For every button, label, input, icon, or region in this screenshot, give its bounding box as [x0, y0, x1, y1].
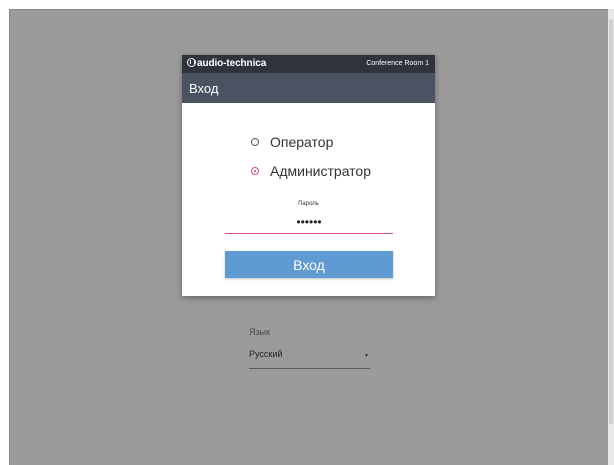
login-button[interactable]: Вход	[225, 251, 393, 278]
password-field[interactable]	[225, 211, 393, 234]
dropdown-caret-icon: ▼	[364, 353, 369, 359]
dialog-title-bar: Вход	[182, 73, 435, 103]
brand-logo: audio-technica	[187, 58, 266, 69]
scrollbar[interactable]	[608, 9, 614, 465]
brand-logo-text: audio-technica	[197, 58, 267, 69]
room-name: Conference Room 1	[366, 60, 429, 67]
role-option-administrator[interactable]: Администратор	[251, 162, 371, 180]
dialog-title: Вход	[189, 81, 219, 96]
radio-unchecked-icon[interactable]	[251, 138, 259, 146]
role-label-administrator: Администратор	[270, 163, 372, 179]
login-dialog: audio-technica Conference Room 1 Вход Оп…	[182, 55, 435, 296]
role-option-operator[interactable]: Оператор	[251, 133, 333, 151]
role-label-operator: Оператор	[270, 134, 334, 150]
brand-bar: audio-technica Conference Room 1	[182, 55, 435, 73]
browser-frame-left	[0, 0, 9, 465]
password-label: Пароль	[298, 201, 319, 207]
scrollbar-thumb[interactable]	[609, 19, 613, 424]
language-label: Язык	[249, 327, 271, 337]
browser-frame-top	[0, 0, 614, 9]
language-selected-value: Русский	[249, 349, 283, 359]
radio-checked-icon[interactable]	[251, 167, 259, 175]
language-select[interactable]: Русский ▼	[249, 346, 370, 369]
audio-technica-logo-icon	[187, 58, 196, 67]
